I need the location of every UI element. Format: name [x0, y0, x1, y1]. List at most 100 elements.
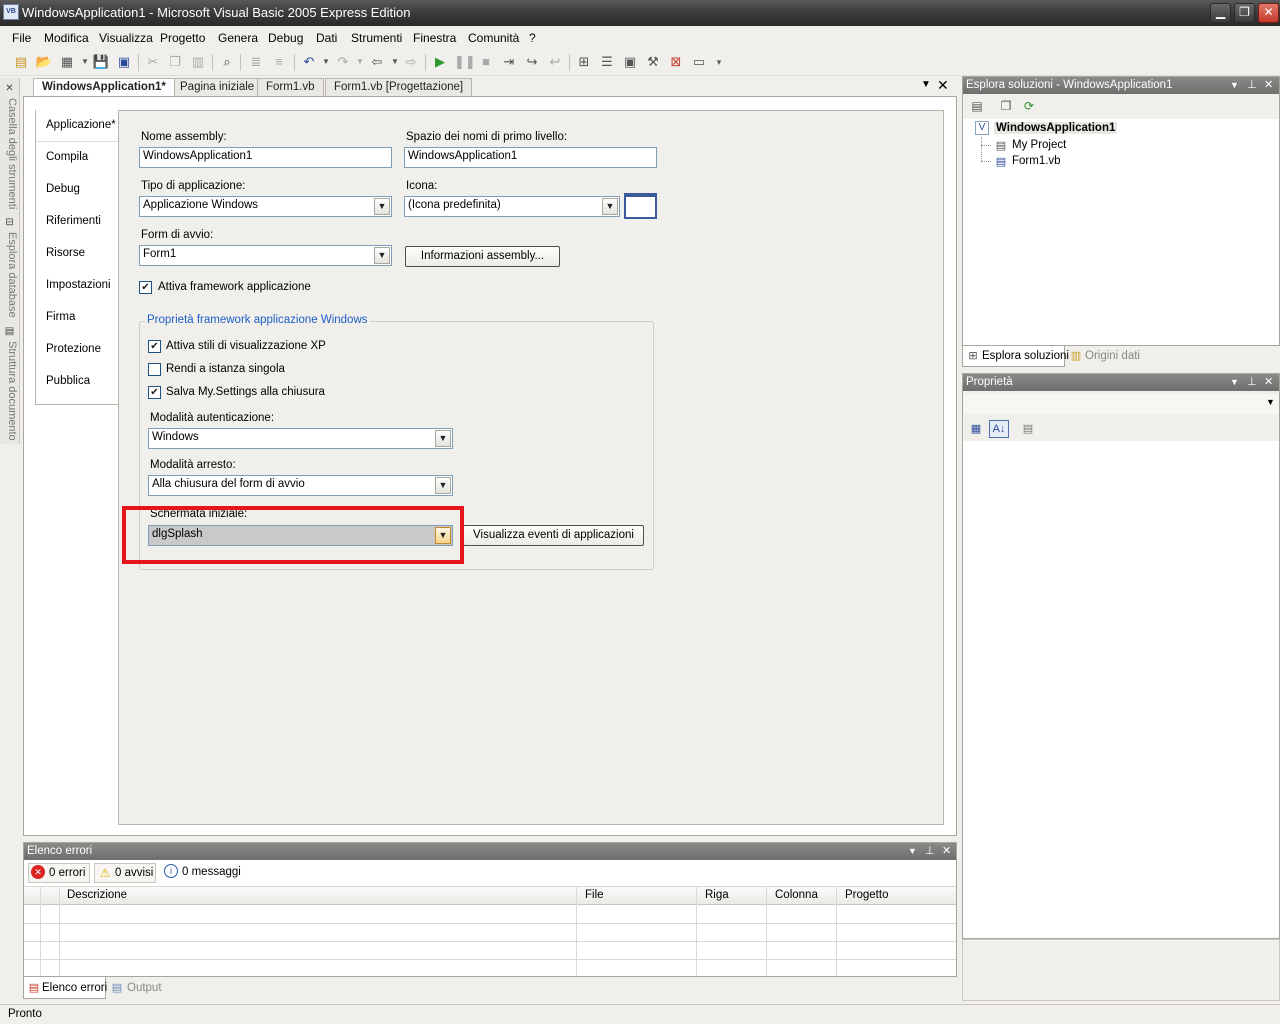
tab-data-sources[interactable]: ▥ Origini dati [1066, 346, 1156, 367]
tab-form1-designer[interactable]: Form1.vb [Progettazione] [325, 78, 473, 96]
error-list-icon[interactable]: ⊠ [667, 53, 685, 71]
tree-item-form1[interactable]: Form1.vb [1012, 155, 1061, 167]
navigate-forward-icon[interactable]: ⇨ [402, 53, 420, 71]
icon-select[interactable]: (Icona predefinita) ▼ [404, 196, 620, 217]
stop-icon[interactable]: ■ [477, 53, 495, 71]
properties-icon[interactable]: ▤ [969, 98, 985, 114]
close-window-button[interactable]: ✕ [1258, 3, 1279, 23]
properties-window-icon[interactable]: ☰ [598, 53, 616, 71]
undo-icon[interactable]: ↶ [300, 53, 318, 71]
document-list-dropdown-icon[interactable]: ▼ [921, 79, 931, 90]
chevron-down-icon[interactable]: ▼ [435, 430, 451, 447]
toolbox-icon[interactable]: ⚒ [644, 53, 662, 71]
assembly-name-input[interactable]: WindowsApplication1 [139, 147, 392, 168]
pin-icon[interactable]: ⊥ [1247, 375, 1257, 388]
application-type-select[interactable]: Applicazione Windows ▼ [139, 196, 392, 217]
menu-comunita[interactable]: Comunità [468, 31, 519, 45]
alphabetical-icon[interactable]: A↓ [989, 420, 1009, 438]
close-panel-icon[interactable]: ✕ [1264, 78, 1273, 91]
messages-filter-button[interactable]: i 0 messaggi [162, 863, 242, 883]
property-pages-icon[interactable]: ▤ [1020, 421, 1036, 437]
startup-form-select[interactable]: Form1 ▼ [139, 245, 392, 266]
nav-risorse[interactable]: Risorse [46, 247, 85, 259]
redo-dropdown-icon[interactable]: ▼ [351, 53, 369, 71]
redo-icon[interactable]: ↷ [334, 53, 352, 71]
nav-applicazione[interactable]: Applicazione* [46, 119, 116, 131]
view-application-events-button[interactable]: Visualizza eventi di applicazioni [463, 525, 644, 546]
solution-explorer-icon[interactable]: ⊞ [575, 53, 593, 71]
find-icon[interactable]: ⌕ [218, 53, 236, 71]
menu-strumenti[interactable]: Strumenti [351, 31, 402, 45]
minimize-button[interactable]: ▁ [1210, 3, 1231, 23]
menu-debug[interactable]: Debug [268, 31, 303, 45]
assembly-info-button[interactable]: Informazioni assembly... [405, 246, 560, 267]
show-all-files-icon[interactable]: ❐ [998, 98, 1014, 114]
menu-help[interactable]: ? [529, 31, 536, 45]
close-panel-icon[interactable]: ✕ [1264, 375, 1273, 388]
tab-form1-code[interactable]: Form1.vb [257, 78, 324, 96]
save-all-icon[interactable]: ▣ [115, 53, 133, 71]
root-namespace-input[interactable]: WindowsApplication1 [404, 147, 657, 168]
nav-protezione[interactable]: Protezione [46, 343, 101, 355]
cut-icon[interactable]: ✂ [144, 53, 162, 71]
nav-debug[interactable]: Debug [46, 183, 80, 195]
nav-firma[interactable]: Firma [46, 311, 75, 323]
object-browser-icon[interactable]: ▣ [621, 53, 639, 71]
new-project-icon[interactable]: ▤ [12, 53, 30, 71]
maximize-button[interactable]: ❐ [1234, 3, 1255, 23]
menu-file[interactable]: File [12, 31, 31, 45]
col-line[interactable]: Riga [705, 889, 729, 901]
step-over-icon[interactable]: ↪ [523, 53, 541, 71]
enable-framework-checkbox[interactable]: ✔ [139, 281, 152, 294]
paste-icon[interactable]: ▥ [189, 53, 207, 71]
tab-output[interactable]: ▤ Output [109, 977, 179, 999]
col-file[interactable]: File [585, 889, 604, 901]
tab-project-properties[interactable]: WindowsApplication1* [33, 78, 175, 96]
close-panel-icon[interactable]: ✕ [942, 844, 951, 857]
add-item-icon[interactable]: ▦ [58, 53, 76, 71]
pause-icon[interactable]: ❚❚ [454, 53, 476, 71]
panel-dropdown-icon[interactable]: ▼ [1230, 377, 1239, 387]
undo-dropdown-icon[interactable]: ▼ [317, 53, 335, 71]
start-debug-icon[interactable]: ▶ [431, 53, 449, 71]
nav-pubblica[interactable]: Pubblica [46, 375, 90, 387]
nav-compila[interactable]: Compila [46, 151, 88, 163]
menu-dati[interactable]: Dati [316, 31, 337, 45]
object-selector[interactable]: ▼ [964, 394, 1278, 414]
toolbar-options-icon[interactable]: ▾ [710, 53, 728, 71]
menu-modifica[interactable]: Modifica [44, 31, 89, 45]
save-settings-checkbox[interactable]: ✔ [148, 386, 161, 399]
menu-finestra[interactable]: Finestra [413, 31, 456, 45]
tab-database-explorer[interactable]: Esplora database [2, 232, 18, 318]
categorized-icon[interactable]: ▦ [968, 421, 984, 437]
menu-visualizza[interactable]: Visualizza [99, 31, 153, 45]
menu-progetto[interactable]: Progetto [160, 31, 205, 45]
tab-toolbox[interactable]: Casella degli strumenti [2, 98, 18, 209]
tab-solution-explorer[interactable]: ⊞ Esplora soluzioni [962, 346, 1069, 367]
close-document-icon[interactable]: ✕ [937, 77, 949, 94]
pin-icon[interactable]: ⊥ [925, 844, 935, 857]
step-out-icon[interactable]: ↩ [546, 53, 564, 71]
step-into-icon[interactable]: ⇥ [500, 53, 518, 71]
nav-impostazioni[interactable]: Impostazioni [46, 279, 111, 291]
pin-icon[interactable]: ⊥ [1247, 78, 1257, 91]
shutdown-mode-select[interactable]: Alla chiusura del form di avvio ▼ [148, 475, 453, 496]
warnings-filter-button[interactable]: ⚠ 0 avvisi [94, 863, 156, 883]
solution-root-item[interactable]: WindowsApplication1 [994, 122, 1118, 134]
open-folder-icon[interactable]: 📂 [35, 53, 53, 71]
tree-item-my-project[interactable]: My Project [1012, 139, 1066, 151]
col-column[interactable]: Colonna [775, 889, 818, 901]
navigate-back-icon[interactable]: ⇦ [368, 53, 386, 71]
chevron-down-icon[interactable]: ▼ [374, 198, 390, 215]
uncomment-icon[interactable]: ≡ [270, 53, 288, 71]
tab-error-list[interactable]: ▤ Elenco errori [23, 977, 107, 999]
menu-genera[interactable]: Genera [218, 31, 258, 45]
xp-styles-checkbox[interactable]: ✔ [148, 340, 161, 353]
chevron-down-icon[interactable]: ▼ [374, 247, 390, 264]
tab-document-outline[interactable]: Struttura documento [2, 341, 18, 441]
single-instance-checkbox[interactable] [148, 363, 161, 376]
start-page-icon[interactable]: ▭ [690, 53, 708, 71]
col-project[interactable]: Progetto [845, 889, 888, 901]
nav-riferimenti[interactable]: Riferimenti [46, 215, 101, 227]
save-icon[interactable]: 💾 [92, 53, 110, 71]
